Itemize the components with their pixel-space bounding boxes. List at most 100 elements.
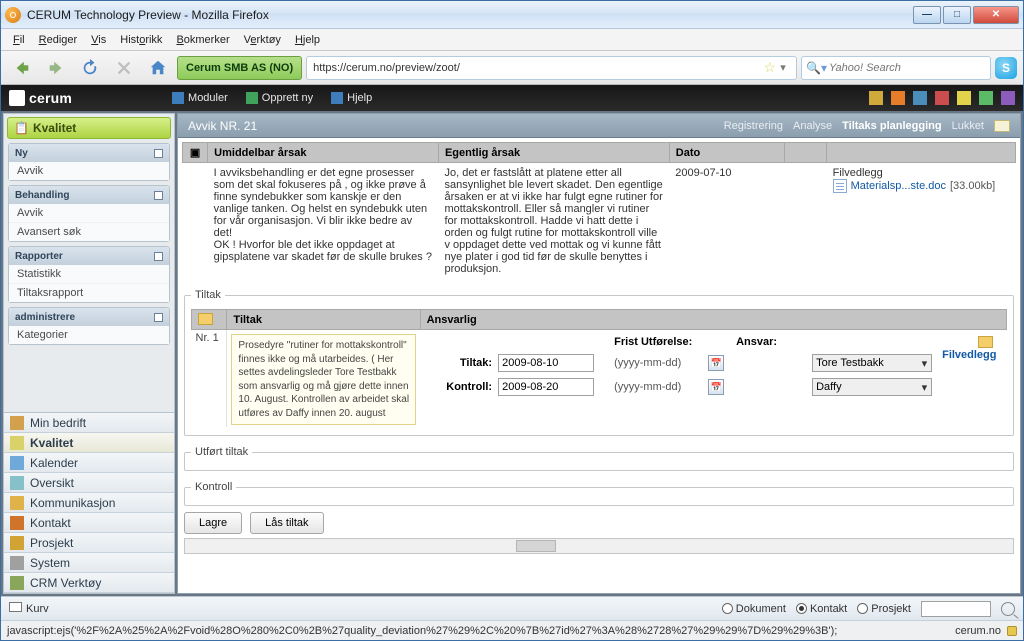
mainnav-kommunikasjon[interactable]: Kommunikasjon — [4, 493, 174, 513]
calendar-picker-icon[interactable]: 📅 — [708, 379, 724, 395]
tab-lukket[interactable]: Lukket — [952, 120, 984, 132]
topbar-icon-3[interactable] — [913, 91, 927, 105]
forward-button[interactable] — [41, 54, 71, 82]
search-bar[interactable]: 🔍▾ — [801, 56, 991, 80]
contact-icon — [10, 516, 24, 530]
search-input[interactable] — [829, 62, 986, 74]
calendar-icon — [10, 456, 24, 470]
radio-dokument[interactable]: Dokument — [722, 603, 786, 615]
status-search-input[interactable] — [921, 601, 991, 617]
kontroll-ansvar-select[interactable]: Daffy — [812, 378, 932, 396]
kontroll-date-input[interactable] — [498, 378, 594, 396]
tiltak-filvedlegg-link[interactable]: Filvedlegg — [942, 337, 996, 361]
url-bar[interactable]: https://cerum.no/preview/zoot/ ☆ ▾ — [306, 56, 797, 80]
tiltak-row-id: Nr. 1 — [192, 330, 227, 428]
mainnav-prosjekt[interactable]: Prosjekt — [4, 533, 174, 553]
tiltak-ansvar-select[interactable]: Tore Testbakk — [812, 354, 932, 372]
mainnav-kontakt[interactable]: Kontakt — [4, 513, 174, 533]
url-dropdown-icon[interactable]: ▾ — [776, 61, 790, 74]
mail-icon[interactable] — [994, 120, 1010, 132]
workspace: 📋 Kvalitet Ny Avvik Behandling Avvik Ava… — [1, 111, 1023, 596]
mainnav-oversikt[interactable]: Oversikt — [4, 473, 174, 493]
menu-help[interactable]: Hjelp — [289, 32, 326, 48]
menu-bookmarks[interactable]: Bokmerker — [170, 32, 235, 48]
cerum-logo-icon — [9, 90, 25, 106]
radio-kontakt[interactable]: Kontakt — [796, 603, 847, 615]
window-maximize-button[interactable]: □ — [943, 6, 971, 24]
home-button[interactable] — [143, 54, 173, 82]
sidebar-link-statistikk[interactable]: Statistikk — [9, 265, 169, 283]
topbar-icon-6[interactable] — [979, 91, 993, 105]
mainnav-kvalitet[interactable]: Kvalitet — [4, 433, 174, 453]
top-link-opprett-ny[interactable]: Opprett ny — [246, 92, 313, 104]
calendar-picker-icon[interactable]: 📅 — [708, 355, 724, 371]
sidebar-link-kategorier[interactable]: Kategorier — [9, 326, 169, 344]
reload-button[interactable] — [75, 54, 105, 82]
menu-edit[interactable]: Rediger — [33, 32, 84, 48]
sidebar-section-header[interactable]: Ny — [9, 144, 169, 162]
sidebar-link-avvik2[interactable]: Avvik — [9, 204, 169, 222]
analysis-col-egentlig: Egentlig årsak — [438, 143, 669, 163]
analysis-col-toggle[interactable]: ▣ — [183, 143, 208, 163]
menu-bar: Fil Rediger Vis Historikk Bokmerker Verk… — [1, 29, 1023, 51]
topbar-icon-2[interactable] — [891, 91, 905, 105]
sidebar-link-avvik[interactable]: Avvik — [9, 162, 169, 180]
menu-tools[interactable]: Verktøy — [238, 32, 287, 48]
tiltak-description: Prosedyre "rutiner for mottakskontroll" … — [231, 334, 416, 425]
sidebar-section-header[interactable]: Behandling — [9, 186, 169, 204]
skype-icon[interactable]: S — [995, 57, 1017, 79]
top-link-moduler[interactable]: Moduler — [172, 92, 228, 104]
mainnav-crm-verktoy[interactable]: CRM Verktøy — [4, 573, 174, 593]
collapse-icon[interactable] — [154, 252, 163, 261]
analysis-umiddelbar: I avviksbehandling er det egne prosesser… — [208, 163, 439, 280]
tab-registrering[interactable]: Registrering — [724, 120, 783, 132]
kontroll-fieldset: Kontroll — [184, 481, 1014, 506]
folder-icon — [978, 336, 993, 348]
search-engine-icon[interactable]: 🔍▾ — [806, 61, 827, 75]
sidebar-link-avansert-sok[interactable]: Avansert søk — [9, 222, 169, 241]
sidebar-section-rapporter: Rapporter Statistikk Tiltaksrapport — [8, 246, 170, 303]
window-close-button[interactable]: ✕ — [973, 6, 1019, 24]
window-minimize-button[interactable]: — — [913, 6, 941, 24]
bookmark-star-icon[interactable]: ☆ — [763, 59, 776, 76]
mainnav-system[interactable]: System — [4, 553, 174, 573]
menu-history[interactable]: Historikk — [114, 32, 168, 48]
analysis-col-dato: Dato — [669, 143, 784, 163]
sidebar-link-tiltaksrapport[interactable]: Tiltaksrapport — [9, 283, 169, 302]
collapse-icon[interactable] — [154, 149, 163, 158]
collapse-icon[interactable] — [154, 313, 163, 322]
top-link-hjelp[interactable]: Hjelp — [331, 92, 372, 104]
stop-button[interactable] — [109, 54, 139, 82]
site-identity-badge[interactable]: Cerum SMB AS (NO) — [177, 56, 302, 80]
topbar-icon-1[interactable] — [869, 91, 883, 105]
tiltak-date-input[interactable] — [498, 354, 594, 372]
collapse-icon[interactable] — [154, 191, 163, 200]
mainnav-min-bedrift[interactable]: Min bedrift — [4, 413, 174, 433]
menu-file[interactable]: Fil — [7, 32, 31, 48]
cerum-logo[interactable]: cerum — [9, 90, 72, 106]
attachment-filename: Materialsp...ste.doc — [851, 180, 946, 192]
topbar-icon-7[interactable] — [1001, 91, 1015, 105]
browser-status-bar: javascript:ejs('%2F%2A%25%2A%2Fvoid%28O%… — [1, 620, 1023, 640]
sidebar-section-header[interactable]: Rapporter — [9, 247, 169, 265]
tiltak-col-doc[interactable] — [192, 310, 227, 330]
main-panel: Avvik NR. 21 Registrering Analyse Tiltak… — [177, 113, 1021, 594]
lagre-button[interactable]: Lagre — [184, 512, 242, 534]
topbar-icon-4[interactable] — [935, 91, 949, 105]
sidebar-section-header[interactable]: administrere — [9, 308, 169, 326]
menu-view[interactable]: Vis — [85, 32, 112, 48]
topbar-icon-5[interactable] — [957, 91, 971, 105]
las-tiltak-button[interactable]: Lås tiltak — [250, 512, 323, 534]
kurv-item[interactable]: Kurv — [9, 602, 49, 615]
status-search-icon[interactable] — [1001, 602, 1015, 616]
attachment-item[interactable]: Materialsp...ste.doc [33.00kb] — [833, 179, 1010, 193]
tab-analyse[interactable]: Analyse — [793, 120, 832, 132]
lock-icon — [1007, 626, 1017, 636]
sidebar-title[interactable]: 📋 Kvalitet — [7, 117, 171, 139]
mainnav-kalender[interactable]: Kalender — [4, 453, 174, 473]
horizontal-scrollbar[interactable] — [184, 538, 1014, 554]
tab-tiltaks-planlegging[interactable]: Tiltaks planlegging — [842, 120, 941, 132]
analysis-table: ▣ Umiddelbar årsak Egentlig årsak Dato I… — [182, 142, 1016, 279]
radio-prosjekt[interactable]: Prosjekt — [857, 603, 911, 615]
back-button[interactable] — [7, 54, 37, 82]
